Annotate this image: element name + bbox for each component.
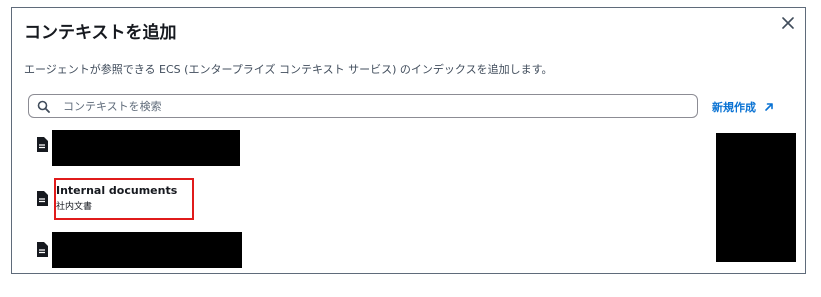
create-new-label: 新規作成	[712, 101, 756, 114]
close-icon	[782, 17, 794, 29]
redacted-item-name	[52, 232, 242, 268]
document-icon	[36, 136, 48, 152]
list-item[interactable]	[36, 136, 48, 152]
create-new-link[interactable]: 新規作成	[712, 99, 774, 115]
dialog-title: コンテキストを追加	[24, 23, 177, 43]
list-item[interactable]	[36, 241, 48, 257]
search-field[interactable]	[28, 94, 698, 118]
external-arrow-icon	[765, 103, 773, 111]
dialog-description: エージェントが参照できる ECS (エンタープライズ コンテキスト サービス) …	[24, 63, 553, 76]
add-context-dialog: コンテキストを追加 エージェントが参照できる ECS (エンタープライズ コンテ…	[11, 7, 806, 274]
redacted-region	[716, 133, 796, 262]
document-icon	[36, 190, 48, 206]
close-button[interactable]	[779, 14, 797, 32]
highlight-box	[54, 178, 194, 220]
search-input[interactable]	[61, 98, 665, 114]
search-icon	[37, 99, 51, 113]
document-icon	[36, 241, 48, 257]
redacted-item-name	[52, 130, 240, 166]
